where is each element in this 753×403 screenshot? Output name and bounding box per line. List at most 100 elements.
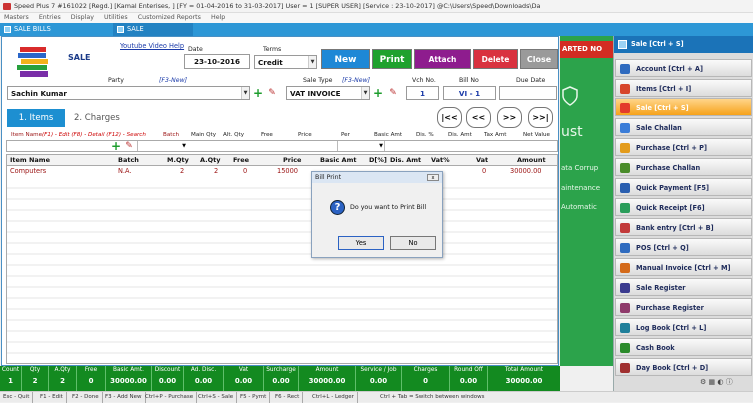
shield-icon (562, 86, 578, 106)
menu-utilities[interactable]: Utilities (100, 13, 132, 23)
panel-item-purchase[interactable]: Purchase [Ctrl + P] (615, 138, 752, 156)
due-date-field[interactable] (499, 86, 557, 100)
col-item-name: Item Name (10, 156, 50, 164)
bill-no-field[interactable]: VI - 1 (443, 86, 496, 100)
yes-button[interactable]: Yes (338, 236, 384, 250)
register-icon (620, 283, 630, 293)
add-party-icon[interactable]: + (253, 87, 263, 99)
tab-sale-bills[interactable]: SALE BILLS (0, 23, 113, 36)
panel-item-sale[interactable]: Sale [Ctrl + S] (615, 98, 752, 116)
attach-button[interactable]: Attach (414, 49, 471, 69)
shortcut-ctrl-l: Ctrl+L - Ledger (312, 392, 358, 403)
bill-no-label: Bill No (459, 77, 479, 84)
panel-item-pos[interactable]: POS [Ctrl + Q] (615, 238, 752, 256)
shortcut-ctrl-p: Ctrl+P - Purchase (145, 392, 198, 403)
sale-icon (620, 103, 630, 113)
panel-item-manual-invoice[interactable]: Manual Invoice [Ctrl + M] (615, 258, 752, 276)
background-window: ARTED NO ust ata Corrup aintenance Autom… (560, 36, 613, 366)
print-button[interactable]: Print (372, 49, 412, 69)
items-table: Item Name Batch M.Qty A.Qty Free Price B… (6, 154, 558, 364)
panel-item-day-book[interactable]: Day Book [Ctrl + D] (615, 358, 752, 376)
panel-item-quick-payment[interactable]: Quick Payment [F5] (615, 178, 752, 196)
panel-item-purchase-register[interactable]: Purchase Register (615, 298, 752, 316)
panel-item-quick-receipt[interactable]: Quick Receipt [F6] (615, 198, 752, 216)
youtube-help-link[interactable]: Youtube Video Help (120, 42, 184, 50)
delete-button[interactable]: Delete (473, 49, 518, 69)
vch-no-field[interactable]: 1 (406, 86, 439, 100)
terms-select[interactable]: Credit ▼ (254, 55, 317, 69)
tab-items[interactable]: 1. Items (7, 109, 65, 127)
app-icon (3, 3, 11, 10)
col-batch: Batch (118, 156, 139, 164)
add-sale-type-icon[interactable]: + (373, 87, 383, 99)
cell-price: 15000 (277, 167, 298, 175)
dialog-message: Do you want to Print Bill (350, 204, 427, 211)
menu-entries[interactable]: Entries (35, 13, 65, 23)
batch-select[interactable]: ▼ (137, 141, 187, 151)
panel-item-purchase-challan[interactable]: Purchase Challan (615, 158, 752, 176)
panel-item-items[interactable]: Items [Ctrl + I] (615, 79, 752, 97)
date-field[interactable]: 23-10-2016 (184, 54, 250, 69)
menu-customized-reports[interactable]: Customized Reports (134, 13, 205, 23)
bill-print-dialog: Bill Print x ? Do you want to Print Bill… (311, 171, 443, 258)
background-text-1: ust (561, 124, 583, 140)
sale-type-label: Sale Type (303, 77, 333, 84)
status-bar: Esc - Quit F1 - Edit F2 - Done F3 - Add … (0, 391, 753, 403)
bank-icon (620, 223, 630, 233)
panel-item-sale-challan[interactable]: Sale Challan (615, 118, 752, 136)
col-dis-amt: Dis. Amt (390, 156, 422, 164)
terms-label: Terms (263, 46, 282, 53)
panel-item-account[interactable]: Account [Ctrl + A] (615, 59, 752, 77)
vch-no-label: Vch No. (412, 77, 436, 84)
edit-sale-type-icon[interactable]: ✎ (388, 87, 398, 99)
window-title-bar: Speed Plus 7 #161022 [Regd.] [Kamal Ente… (0, 0, 753, 13)
entry-free-label: Free (261, 132, 273, 138)
pos-icon (620, 243, 630, 253)
menu-masters[interactable]: Masters (0, 13, 33, 23)
palette-icon[interactable]: ◐ (717, 378, 723, 386)
day-book-icon (620, 363, 630, 373)
table-row[interactable]: Computers N.A. 2 2 0 15000 0 30000.00 (7, 166, 557, 177)
payment-icon (620, 183, 630, 193)
cell-batch: N.A. (118, 167, 132, 175)
party-select[interactable]: Sachin Kumar ▼ (7, 86, 250, 100)
total-discount: Discount 0.00 (152, 366, 184, 391)
document-tabs: SALE BILLS SALE (0, 23, 753, 36)
panel-item-log-book[interactable]: Log Book [Ctrl + L] (615, 318, 752, 336)
last-record-button[interactable]: >>| (528, 107, 553, 128)
settings-icon[interactable]: ⚙ (700, 378, 706, 386)
menu-display[interactable]: Display (67, 13, 98, 23)
edit-party-icon[interactable]: ✎ (267, 87, 277, 99)
totals-bar: Count 1 Qty 2 A.Qty 2 Free 0 Basic Amt. 30000… (0, 366, 560, 391)
next-record-button[interactable]: >> (497, 107, 522, 128)
new-button[interactable]: New (321, 49, 370, 69)
chevron-down-icon: ▼ (379, 143, 383, 149)
tab-sale[interactable]: SALE (113, 23, 193, 36)
receipt-icon (620, 203, 630, 213)
no-button[interactable]: No (390, 236, 436, 250)
info-icon[interactable]: ⓘ (726, 378, 733, 386)
total-amount: Amount 30000.00 (299, 366, 356, 391)
panel-item-bank-entry[interactable]: Bank entry [Ctrl + B] (615, 218, 752, 236)
tab-charges[interactable]: 2. Charges (74, 109, 134, 127)
previous-record-button[interactable]: << (466, 107, 491, 128)
shortcut-f6: F6 - Rect (275, 392, 304, 403)
entry-per-label: Per (341, 132, 350, 138)
per-select[interactable]: ▼ (337, 141, 385, 151)
panel-item-cash-book[interactable]: Cash Book (615, 338, 752, 356)
sale-type-new-hint: [F3-New] (342, 77, 371, 84)
dialog-close-button[interactable]: x (427, 174, 439, 181)
item-name-input[interactable] (7, 141, 107, 151)
page-title: SALE (68, 53, 91, 62)
add-item-icon[interactable]: + (111, 140, 121, 152)
total-count: Count 1 (0, 366, 22, 391)
sale-type-select[interactable]: VAT INVOICE ▼ (286, 86, 370, 100)
close-button[interactable]: Close (520, 49, 558, 69)
first-record-button[interactable]: |<< (437, 107, 462, 128)
calculator-icon[interactable]: ▦ (709, 378, 716, 386)
shortcut-f5: F5 - Pymt (240, 392, 271, 403)
edit-item-icon[interactable]: ✎ (124, 140, 134, 152)
total-a-qty: A.Qty 2 (49, 366, 77, 391)
panel-item-sale-register[interactable]: Sale Register (615, 278, 752, 296)
menu-help[interactable]: Help (207, 13, 229, 23)
